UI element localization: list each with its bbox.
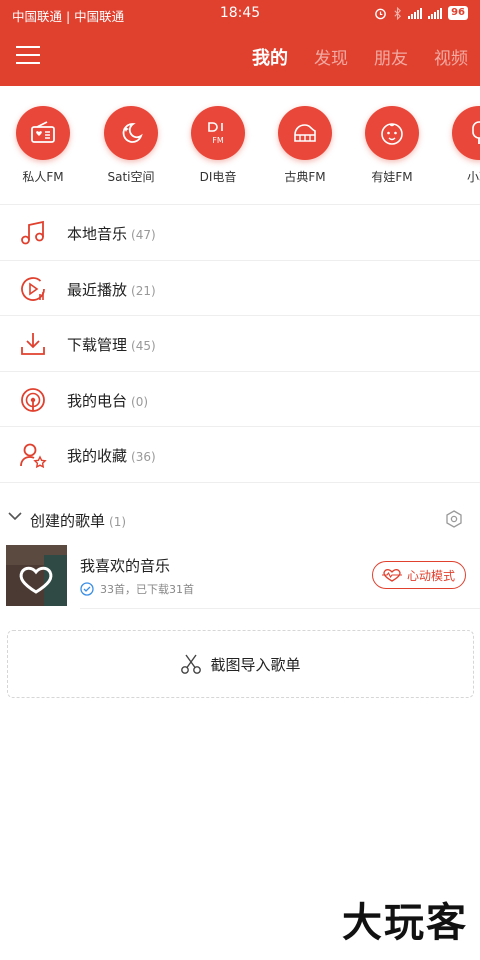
signal-icon [408,7,423,19]
chevron-down-icon[interactable] [8,511,22,521]
scissors-icon [181,654,202,674]
import-playlist-button[interactable]: 截图导入歌单 [7,630,474,698]
list-item-label: 本地音乐 [67,225,128,243]
quick-label: 古典FM [284,170,326,184]
alarm-icon [375,8,386,19]
list-item-recent[interactable]: 最近播放 (21) [0,259,480,316]
tab-discover[interactable]: 发现 [314,44,348,70]
status-icons: 96 [374,6,468,20]
bluetooth-icon [394,6,402,20]
tab-friends[interactable]: 朋友 [374,44,408,70]
list-divider [0,481,480,483]
moon-icon [122,123,143,143]
list-item-label: 下载管理 [67,336,128,354]
my-music-list: 本地音乐 (47) 最近播放 (21) 下载管理 (45) 我的电台 (0) 我的收藏(… [0,204,480,483]
heart-mode-label: 心动模式 [406,568,455,583]
list-item-count: (36) [131,450,156,464]
recent-play-icon [21,276,45,301]
list-item-label: 我的电台 [67,391,128,410]
signal-4g-icon [428,7,443,19]
playlist-title: 我喜欢的音乐 [80,557,171,575]
list-item-label: 我的收藏 [67,447,128,465]
downloaded-check-icon [80,582,94,596]
quick-access-row: 私人FM Sati空间 FM DI电音 古典FM 有娃FM 小冰 [0,98,480,190]
download-icon [21,333,45,355]
app-header: 中国联通 | 中国联通 18:45 96 我的 发现 朋友 视频 [0,0,480,86]
list-item-local-music[interactable]: 本地音乐 (47) [0,204,480,260]
watermark-logo: 大玩客 [342,900,468,946]
quick-item-classical[interactable]: 古典FM [263,106,347,185]
quick-label: 小冰 [466,170,480,184]
tab-mine[interactable]: 我的 [252,44,288,70]
di-fm-icon: FM [208,122,224,145]
playlist-subtitle-row: 33首，已下载31首 [80,581,194,597]
list-item-my-radio[interactable]: 我的电台 (0) [0,370,480,427]
top-tabs: 我的 发现 朋友 视频 [252,44,468,70]
created-playlists-header[interactable]: 创建的歌单 (1) [0,497,480,541]
baby-icon [381,123,403,145]
list-item-favorites[interactable]: 我的收藏 (36) [0,426,480,482]
import-label: 截图导入歌单 [210,655,301,674]
quick-label: 私人FM [22,170,64,184]
piano-icon [294,124,316,142]
playlist-subtitle: 33首，已下载31首 [100,583,194,596]
heart-mode-icon [381,569,402,582]
radio-station-icon [21,387,45,412]
list-item-count: (45) [131,339,156,353]
heart-mode-button[interactable]: 心动模式 [371,561,466,589]
favorite-user-icon [20,443,47,469]
quick-label: DI电音 [199,170,237,184]
list-item-count: (21) [131,283,156,298]
section-count: (1) [109,515,127,529]
tab-video[interactable]: 视频 [434,44,468,70]
list-item-downloads[interactable]: 下载管理 (45) [0,315,480,371]
music-note-icon [21,220,44,245]
quick-item-di[interactable]: FM DI电音 [176,106,260,185]
menu-hamburger-icon[interactable] [16,44,42,66]
playlist-row[interactable]: 我喜欢的音乐 33首，已下载31首 心动模式 [0,543,480,609]
popsicle-icon [472,121,480,144]
svg-text:FM: FM [212,136,224,145]
list-item-label: 最近播放 [67,280,128,299]
quick-item-private-fm[interactable]: 私人FM [1,106,85,185]
status-bar: 中国联通 | 中国联通 18:45 96 [0,0,480,28]
gear-icon[interactable] [444,509,464,529]
quick-item-kids-fm[interactable]: 有娃FM [350,106,434,185]
section-title: 创建的歌单 [30,512,106,530]
list-item-count: (47) [131,228,156,242]
quick-item-sati[interactable]: Sati空间 [89,106,173,185]
list-item-count: (0) [131,394,149,409]
playlist-divider [80,608,480,609]
quick-label: 有娃FM [371,170,413,184]
battery-indicator: 96 [448,6,468,20]
quick-item-xiaobing[interactable]: 小冰 [437,106,480,185]
radio-icon [31,121,55,143]
playlist-cover [6,545,67,606]
quick-label: Sati空间 [107,170,155,184]
